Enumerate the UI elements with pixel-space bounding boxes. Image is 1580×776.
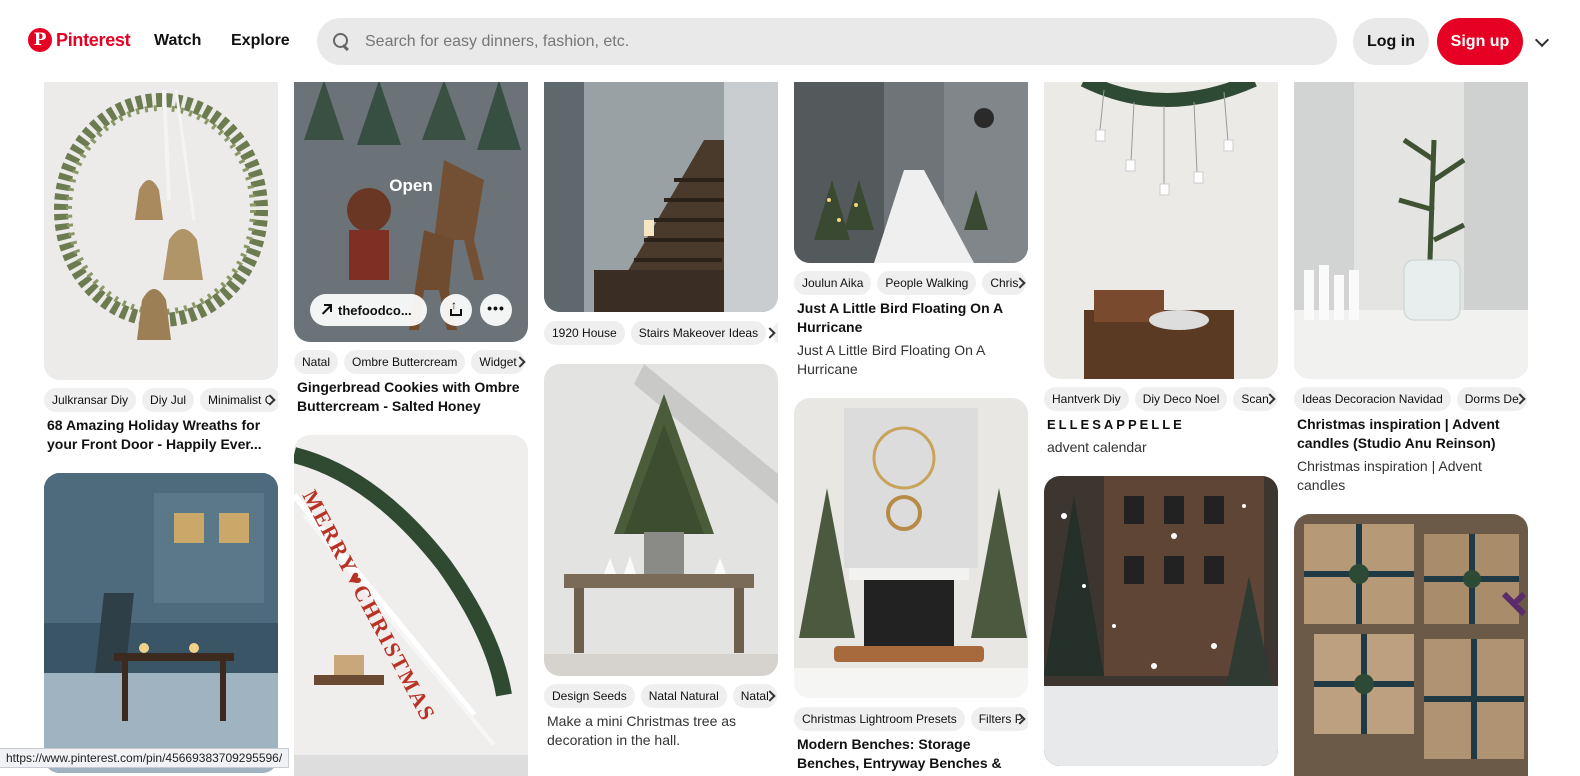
tag-chip[interactable]: Julkransar Diy bbox=[44, 388, 137, 412]
pin-tags: Christmas Lightroom Presets Filters P bbox=[794, 707, 1028, 731]
tag-chip[interactable]: Christmas Lightroom Presets bbox=[794, 707, 965, 731]
pin-image[interactable] bbox=[44, 80, 278, 380]
tag-chip[interactable]: Natal Natural bbox=[640, 684, 727, 708]
pin-image[interactable] bbox=[544, 364, 778, 676]
logo-text: Pinterest bbox=[56, 29, 131, 50]
nav-explore[interactable]: Explore bbox=[231, 32, 290, 50]
pin-description[interactable]: Make a mini Christmas tree as decoration… bbox=[547, 712, 775, 750]
pin-tags: Julkransar Diy Diy Jul Minimalist C bbox=[44, 388, 278, 412]
more-options-button[interactable]: ••• bbox=[480, 294, 512, 326]
pin-title[interactable]: Christmas inspiration | Advent candles (… bbox=[1297, 415, 1525, 453]
login-button[interactable]: Log in bbox=[1353, 18, 1429, 65]
pin-image[interactable] bbox=[1294, 80, 1528, 379]
search-bar[interactable] bbox=[317, 18, 1337, 65]
open-label[interactable]: Open bbox=[294, 176, 528, 196]
pin-image[interactable] bbox=[794, 398, 1028, 698]
pin-description[interactable]: advent calendar bbox=[1047, 438, 1275, 458]
chevron-down-icon[interactable] bbox=[1534, 32, 1550, 48]
pinterest-logo-icon: P bbox=[28, 28, 52, 52]
pin-description[interactable]: Just A Little Bird Floating On A Hurrica… bbox=[797, 341, 1025, 379]
pin-image[interactable] bbox=[794, 80, 1028, 263]
tag-chip[interactable]: Joulun Aika bbox=[794, 271, 872, 295]
pin-image[interactable] bbox=[1044, 80, 1278, 379]
tag-chip[interactable]: Design Seeds bbox=[544, 684, 635, 708]
pin-image[interactable] bbox=[44, 473, 278, 773]
top-header: P Pinterest Watch Explore Log in Sign up bbox=[0, 0, 1580, 82]
share-button[interactable] bbox=[440, 294, 472, 326]
pinterest-logo[interactable]: P Pinterest bbox=[28, 28, 131, 52]
pin-image[interactable] bbox=[544, 80, 778, 312]
tag-chip[interactable]: People Walking bbox=[877, 271, 977, 295]
tag-chip[interactable]: Stairs Makeover Ideas bbox=[630, 321, 767, 345]
tag-chip[interactable]: Hantverk Diy bbox=[1044, 387, 1129, 411]
source-link-button[interactable]: thefoodco... bbox=[310, 294, 427, 326]
tag-chip[interactable]: Diy Deco Noel bbox=[1134, 387, 1228, 411]
pin-title[interactable]: 68 Amazing Holiday Wreaths for your Fron… bbox=[47, 416, 275, 454]
pin-brand[interactable]: ELLESAPPELLE bbox=[1047, 417, 1185, 432]
tag-chip[interactable]: Ombre Buttercream bbox=[344, 350, 466, 374]
pin-tags: Design Seeds Natal Natural Natal bbox=[544, 684, 778, 708]
pin-tags: 1920 House Stairs Makeover Ideas C bbox=[544, 321, 778, 345]
pin-image[interactable] bbox=[1044, 476, 1278, 766]
pin-tags: Ideas Decoracion Navidad Dorms De bbox=[1294, 387, 1528, 411]
pin-tags: Joulun Aika People Walking Chris bbox=[794, 271, 1028, 295]
tag-chip[interactable]: Natal bbox=[294, 350, 339, 374]
tag-chip[interactable]: Ideas Decoracion Navidad bbox=[1294, 387, 1451, 411]
external-link-icon bbox=[320, 304, 332, 316]
share-icon bbox=[450, 298, 462, 316]
pin-title[interactable]: Gingerbread Cookies with Ombre Buttercre… bbox=[297, 378, 525, 416]
pin-description[interactable]: Christmas inspiration | Advent candles bbox=[1297, 457, 1525, 495]
tag-chip[interactable]: 1920 House bbox=[544, 321, 625, 345]
signup-button[interactable]: Sign up bbox=[1437, 18, 1523, 65]
hover-overlay: Open thefoodco... ••• bbox=[294, 80, 528, 342]
search-icon bbox=[333, 32, 351, 51]
more-icon: ••• bbox=[487, 300, 505, 316]
status-bar-url: https://www.pinterest.com/pin/4566938370… bbox=[0, 748, 290, 768]
pin-image[interactable] bbox=[1294, 514, 1528, 776]
source-link-label: thefoodco... bbox=[338, 302, 412, 318]
pin-image[interactable]: Open thefoodco... ••• bbox=[294, 80, 528, 342]
pin-tags: Natal Ombre Buttercream Widget bbox=[294, 350, 528, 374]
search-input[interactable] bbox=[365, 32, 1265, 51]
pin-title[interactable]: Just A Little Bird Floating On A Hurrica… bbox=[797, 299, 1025, 337]
nav-watch[interactable]: Watch bbox=[154, 32, 201, 50]
pin-image[interactable]: MERRY♥CHRISTMAS bbox=[294, 435, 528, 776]
tag-chip[interactable]: Diy Jul bbox=[142, 388, 195, 412]
pin-tags: Hantverk Diy Diy Deco Noel Scan bbox=[1044, 387, 1278, 411]
pin-title[interactable]: Modern Benches: Storage Benches, Entrywa… bbox=[797, 735, 1025, 773]
